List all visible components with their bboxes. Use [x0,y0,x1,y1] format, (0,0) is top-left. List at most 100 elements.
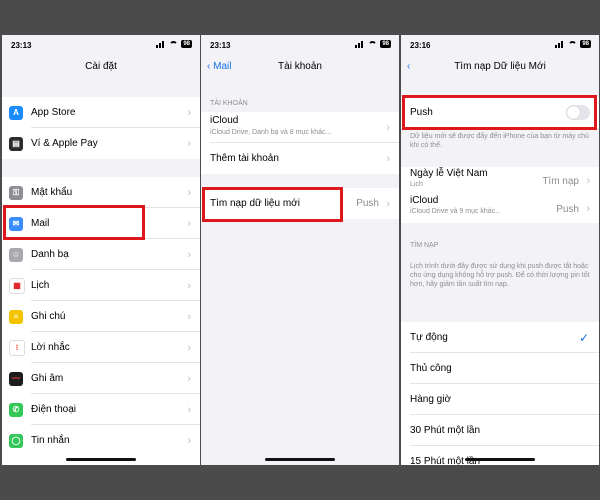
settings-item-reminders[interactable]: ⁝ Lời nhắc › [2,332,200,363]
option-15-minutes[interactable]: 15 Phút một lần [401,446,599,465]
fetch-value: Push [356,198,379,209]
key-icon: ⚿ [9,185,23,200]
settings-item-voice-memos[interactable]: 〰 Ghi âm › [2,363,200,394]
settings-item-messages[interactable]: ◯ Tin nhắn › [2,425,200,456]
contacts-icon: ☺ [9,247,23,262]
settings-item-label: Ghi chú [31,311,66,322]
add-account-label: Thêm tài khoản [210,153,279,164]
option-automatic[interactable]: Tự động ✓ [401,322,599,353]
account-subtitle: Lịch [410,181,423,188]
settings-item-calendar[interactable]: ▦ Lịch › [2,270,200,301]
account-subtitle: iCloud Drive và 9 mục khác... [410,208,502,215]
schedule-description: Lịch trình dưới đây được sử dụng khi pus… [410,263,590,288]
signal-icon [156,40,166,48]
settings-item-label: Tin nhắn [31,435,70,446]
wifi-icon [368,41,378,47]
chevron-right-icon: › [187,217,191,230]
notes-icon: ≡ [9,309,23,324]
battery-icon: 98 [580,40,591,48]
section-header: TÀI KHOẢN [210,100,248,107]
chevron-right-icon: › [187,310,191,323]
app-store-icon: A [9,105,23,120]
settings-item-phone[interactable]: ✆ Điện thoại › [2,394,200,425]
settings-item-passwords[interactable]: ⚿ Mật khẩu › [2,177,200,208]
signal-icon [555,40,565,48]
back-button[interactable]: ‹ [407,55,410,79]
accounts-fetch-group: Ngày lễ Việt Nam Lịch Tìm nạp › iCloud i… [401,167,599,223]
page-title: Tài khoản [278,61,322,72]
chevron-right-icon: › [187,186,191,199]
account-title: iCloud [410,195,439,206]
option-label: Hàng giờ [410,394,452,405]
fetch-mode-value: Tìm nạp [542,175,579,187]
settings-item-label: Lịch [31,280,50,291]
wifi-icon [169,41,179,47]
option-label: 30 Phút một lần [410,425,481,436]
chevron-right-icon: › [386,197,390,210]
option-manual[interactable]: Thủ công [401,353,599,384]
battery-icon: 98 [380,40,391,48]
schedule-options: Tự động ✓ Thủ công Hàng giờ 30 Phút một … [401,322,599,465]
accounts-screen: 23:13 98 ‹ Mail Tài khoản TÀI KHOẢN iClo… [201,35,399,465]
voice-memos-icon: 〰 [9,371,23,386]
home-indicator [265,458,335,461]
settings-item-label: App Store [31,107,76,118]
back-label: Mail [213,61,232,72]
settings-item-notes[interactable]: ≡ Ghi chú › [2,301,200,332]
chevron-right-icon: › [386,121,390,134]
settings-item-label: Ví & Apple Pay [31,138,98,149]
option-30-minutes[interactable]: 30 Phút một lần [401,415,599,446]
chevron-right-icon: › [187,279,191,292]
account-title: iCloud [210,115,239,126]
reminders-icon: ⁝ [9,339,25,356]
signal-icon [355,40,365,48]
chevron-right-icon: › [187,248,191,261]
status-bar: 23:13 98 [2,35,200,55]
home-indicator [465,458,535,461]
settings-group-store: A App Store › ▤ Ví & Apple Pay › [2,97,200,159]
settings-item-label: Điện thoại [31,404,77,415]
account-title: Ngày lễ Việt Nam [410,168,488,179]
option-hourly[interactable]: Hàng giờ [401,384,599,415]
chevron-left-icon: ‹ [407,61,411,72]
status-bar: 23:16 98 [401,35,599,55]
settings-item-label: Mật khẩu [31,187,73,198]
chevron-right-icon: › [187,341,191,354]
page-title: Cài đặt [85,61,117,72]
calendar-icon: ▦ [9,277,25,294]
push-description: Dữ liệu mới sẽ được đẩy đến iPhone của b… [410,133,589,149]
section-header: TÌM NẠP [410,242,439,249]
account-row-holidays[interactable]: Ngày lễ Việt Nam Lịch Tìm nạp › [401,167,599,195]
settings-screen: 23:13 98 Cài đặt A App Store › ▤ Ví & Ap… [2,35,200,465]
account-row-icloud[interactable]: iCloud iCloud Drive và 9 mục khác... Pus… [401,195,599,223]
chevron-right-icon: › [187,372,191,385]
fetch-mode-value: Push [556,203,579,215]
highlight-box [402,95,597,130]
chevron-right-icon: › [187,106,191,119]
back-button[interactable]: ‹ Mail [207,55,231,79]
chevron-right-icon: › [586,203,590,215]
chevron-right-icon: › [187,403,191,416]
status-time: 23:13 [11,41,32,50]
wallet-icon: ▤ [9,136,23,151]
settings-item-label: Lời nhắc [31,342,70,353]
wifi-icon [568,41,578,47]
option-label: Tự động [410,332,448,343]
status-time: 23:13 [210,41,231,50]
highlight-box [3,205,145,240]
chevron-right-icon: › [187,434,191,447]
messages-icon: ◯ [9,433,23,448]
home-indicator [66,458,136,461]
chevron-right-icon: › [586,175,590,187]
settings-item-app-store[interactable]: A App Store › [2,97,200,128]
settings-item-contacts[interactable]: ☺ Danh bạ › [2,239,200,270]
settings-item-wallet[interactable]: ▤ Ví & Apple Pay › [2,128,200,159]
add-account-row[interactable]: Thêm tài khoản › [201,143,399,174]
highlight-box [202,187,343,222]
chevron-right-icon: › [386,152,390,165]
checkmark-icon: ✓ [578,330,589,345]
status-time: 23:16 [410,41,431,50]
account-row-icloud[interactable]: iCloud iCloud Drive, Danh bạ và 8 mục kh… [201,112,399,143]
settings-item-label: Danh bạ [31,249,69,260]
option-label: Thủ công [410,363,452,374]
